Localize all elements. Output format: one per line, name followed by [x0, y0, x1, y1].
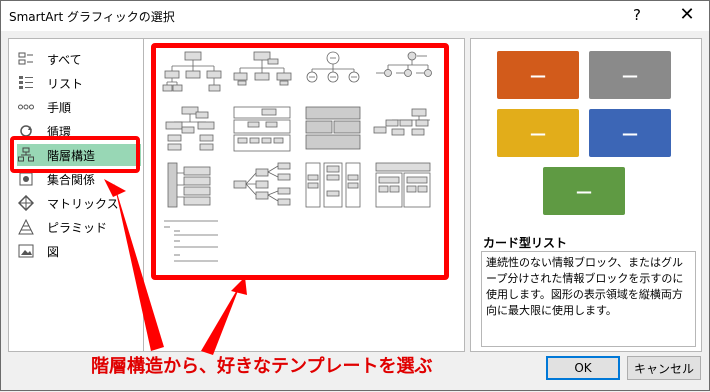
arrow-to-category: [114, 183, 164, 351]
cancel-button[interactable]: キャンセル: [627, 356, 701, 380]
ok-button[interactable]: OK: [546, 356, 620, 380]
arrow-head-category: [104, 179, 126, 197]
arrow-to-gallery: [201, 283, 241, 355]
annotation-arrows: [104, 179, 247, 355]
smartart-dialog: SmartArt グラフィックの選択 ? ✕ すべて リスト 手順 循環 階層構…: [0, 0, 710, 391]
arrow-head-gallery: [231, 277, 247, 295]
annotation-text: 階層構造から、好きなテンプレートを選ぶ: [91, 356, 433, 377]
